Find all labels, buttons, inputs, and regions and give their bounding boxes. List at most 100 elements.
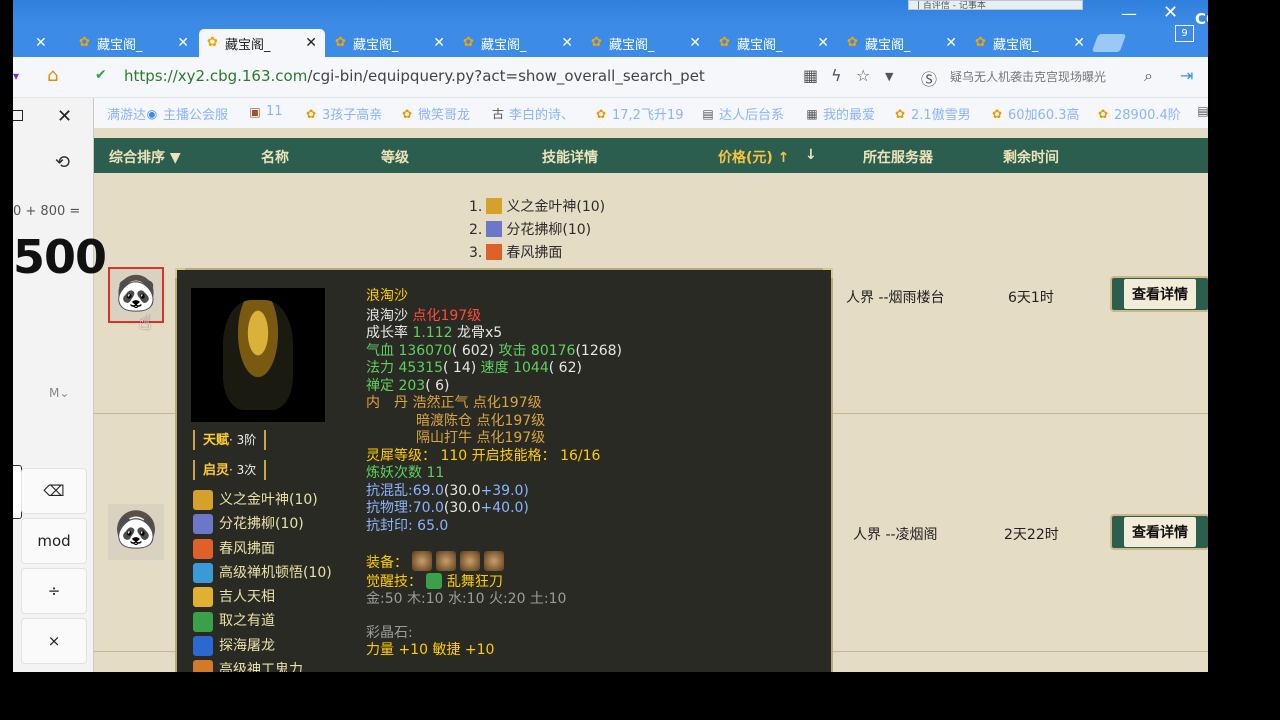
crystal-value: 力量 +10 敏捷 +10 <box>366 642 495 658</box>
sort-dropdown[interactable]: 综合排序 ▼ <box>109 147 181 167</box>
bookmark-overflow[interactable]: ▤ <box>1196 104 1208 118</box>
search-suggestion[interactable]: 疑乌无人机袭击克宫现场曝光 <box>950 68 1106 85</box>
resist-label: 抗物理: <box>366 500 413 516</box>
browser-tab-bar: | 百评信 - 记事本 — ✕ CC直播 ✕ ✿ 藏宝阁_ ✕ ✿ 藏宝阁_ ✕ ✿ 藏宝… <box>13 0 1208 57</box>
equip-icon[interactable] <box>412 551 433 571</box>
bookmark-label: 我的最爱 <box>823 108 876 123</box>
bookmark-item[interactable]: ✿ 2.1傲雪男 <box>893 104 971 124</box>
skill-name: 取之有道 <box>219 613 275 630</box>
resist-label: 抗混乱: <box>366 482 413 499</box>
bookmark-item[interactable]: ✿ 3孩子高亲 <box>304 104 382 124</box>
login-icon[interactable]: ⇥ <box>1180 66 1193 85</box>
skill-icon <box>486 221 503 237</box>
skill-name: 义之金叶神(10) <box>506 199 606 215</box>
home-icon[interactable]: ⌂ <box>47 65 58 86</box>
bookmark-item[interactable]: ▦ 我的最爱 <box>805 104 876 124</box>
tab-cbg-6[interactable]: ✿ 藏宝阁_ ✕ <box>711 29 837 57</box>
pet-avatar-row1[interactable]: 🐼 <box>108 267 164 323</box>
equip-line: 装备： <box>366 551 622 573</box>
tab-close-icon[interactable]: ✕ <box>35 35 47 51</box>
tab-title: 藏宝阁_ <box>97 37 143 53</box>
tab-cbg-5[interactable]: ✿ 藏宝阁_ ✕ <box>583 29 709 57</box>
calc-expression: 0 + 800 = <box>13 204 81 219</box>
restore-icon[interactable] <box>13 110 23 121</box>
bookmark-item[interactable]: 满游达 <box>107 104 146 123</box>
bookmark-item[interactable]: ▤ 达人后台系 <box>701 104 784 124</box>
close-icon[interactable]: ✕ <box>57 106 72 127</box>
bookmark-label: 60加60.3高 <box>1008 108 1080 123</box>
header-price-sort[interactable]: 价格(元) ↑ <box>718 147 789 167</box>
list-item: 高级神工鬼力 <box>193 658 332 672</box>
lightning-icon[interactable]: ϟ <box>831 66 842 85</box>
chevron-down-icon[interactable]: ▼ <box>885 70 893 83</box>
tab-close-icon[interactable]: ✕ <box>689 35 701 51</box>
bookmark-item[interactable]: ✿ 28900.4阶 <box>1096 104 1181 124</box>
cbg-icon: ✿ <box>463 35 474 50</box>
tab-close-icon[interactable]: ✕ <box>1073 35 1085 51</box>
arrow-up-icon[interactable]: ↑ <box>778 150 790 166</box>
bone-value: 龙骨x5 <box>457 325 503 341</box>
url-field[interactable]: https://xy2.cbg.163.com/cgi-bin/equipque… <box>124 67 705 85</box>
tab-cbg-4[interactable]: ✿ 藏宝阁_ ✕ <box>455 29 581 57</box>
list-item: 春风拂面 <box>193 537 332 561</box>
hp-label: 气血 <box>366 342 394 359</box>
lingxi-value: 110 <box>440 447 468 464</box>
view-details-button[interactable]: 查看详情 <box>1110 514 1208 550</box>
calculator-window: ✕ ⟲ 0 + 800 = 500 M⌄ ⌫ mod ÷ × <box>13 98 107 672</box>
ancient-icon: 古 <box>491 106 504 121</box>
star-icon[interactable]: ☆ <box>856 66 870 85</box>
backspace-key[interactable]: ⌫ <box>21 468 87 514</box>
qr-code-icon[interactable]: ▦ <box>803 66 818 85</box>
tab-cbg-8[interactable]: ✿ 藏宝阁_ ✕ <box>967 29 1093 57</box>
tab-close-icon[interactable]: ✕ <box>433 35 445 51</box>
search-icon[interactable]: ⌕ <box>1144 66 1153 86</box>
bookmark-item[interactable]: ▣ 11 <box>248 104 282 119</box>
skill-icon <box>193 490 213 511</box>
bookmark-item[interactable]: ✿ 17,2飞升19 <box>594 104 684 124</box>
resist-base: (30.0 <box>443 500 481 516</box>
bookmark-label: 17,2飞升19 <box>612 108 684 123</box>
skillgrid-value: 16/16 <box>560 447 601 464</box>
tab-close-icon[interactable]: ✕ <box>561 35 573 51</box>
arrow-down-icon[interactable]: ↓ <box>805 147 817 163</box>
tab-cbg-7[interactable]: ✿ 藏宝阁_ ✕ <box>839 29 965 57</box>
cbg-icon: ✿ <box>894 106 906 121</box>
tab-close-icon[interactable]: ✕ <box>817 35 829 51</box>
bookmarks-bar: 满游达 ◉ 主播公会服 ▣ 11 ✿ 3孩子高亲 ✿ 微笑哥龙 古李白的诗、 ✿ 17,2… <box>13 98 1208 129</box>
tab-cbg-active[interactable]: ✿ 藏宝阁_ ✕ <box>199 29 325 57</box>
history-icon[interactable]: ⟲ <box>55 152 70 173</box>
neidan-value: 隔山打牛 点化197级 <box>416 430 546 446</box>
hp-atk-line: 气血 136070( 602) 攻击 80176(1268) <box>366 343 622 361</box>
doc-icon: ▤ <box>1197 104 1208 118</box>
mod-key[interactable]: mod <box>21 518 87 564</box>
tab-cbg-1[interactable]: ✿ 藏宝阁_ ✕ <box>71 29 197 57</box>
tab-count-badge[interactable]: 9 <box>1175 25 1194 42</box>
bookmark-item[interactable]: 古李白的诗、 <box>491 104 574 124</box>
equip-icon[interactable] <box>484 551 505 571</box>
equip-icon[interactable] <box>436 551 457 571</box>
divide-key[interactable]: ÷ <box>21 568 87 614</box>
skill-number: 3. <box>469 245 483 261</box>
tab-close-icon[interactable]: ✕ <box>305 35 317 51</box>
tab-partial[interactable]: ✕ <box>13 29 71 57</box>
secure-shield-icon: ✔ <box>95 67 107 83</box>
view-details-button[interactable]: 查看详情 <box>1110 276 1208 312</box>
profile-icon[interactable]: ▾ <box>13 69 27 83</box>
bookmark-item[interactable]: ✿ 60加60.3高 <box>990 104 1080 124</box>
tab-cbg-3[interactable]: ✿ 藏宝阁_ ✕ <box>327 29 453 57</box>
new-tab-button[interactable] <box>1091 34 1127 52</box>
equip-icon[interactable] <box>460 551 481 571</box>
bookmark-item[interactable]: ◉ 主播公会服 <box>145 104 228 124</box>
search-engine-icon[interactable]: Ⓢ <box>921 66 937 90</box>
memory-button[interactable]: M⌄ <box>49 386 69 400</box>
spirit-badge: 启灵· 3次 <box>193 460 267 480</box>
close-window-icon[interactable]: ✕ <box>1163 2 1178 23</box>
tab-close-icon[interactable]: ✕ <box>177 35 189 51</box>
corner-ornament <box>823 268 833 278</box>
bookmark-item[interactable]: ✿ 微笑哥龙 <box>400 104 470 124</box>
multiply-key[interactable]: × <box>21 618 87 664</box>
pet-avatar-row2[interactable]: 🐼 <box>108 504 164 560</box>
skill-number: 1. <box>469 199 483 215</box>
tab-close-icon[interactable]: ✕ <box>945 35 957 51</box>
minimize-icon[interactable]: — <box>1121 4 1137 23</box>
